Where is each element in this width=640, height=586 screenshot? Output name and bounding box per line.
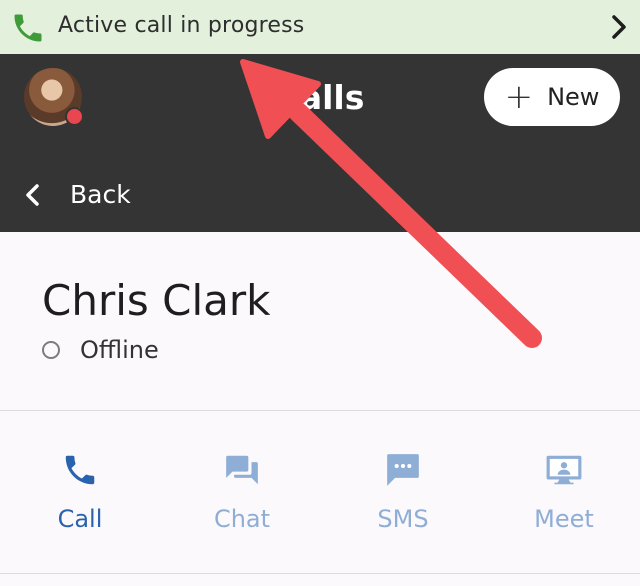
active-call-banner[interactable]: Active call in progress	[0, 0, 640, 54]
new-button-label: New	[547, 83, 600, 111]
meet-screen-icon	[546, 455, 582, 485]
contact-details: Chris Clark Offline	[0, 232, 640, 410]
back-button[interactable]: Back	[24, 180, 131, 209]
chevron-left-icon	[26, 183, 39, 206]
chat-action-label: Chat	[213, 505, 271, 533]
calls-header: Calls + New Back	[0, 54, 640, 232]
call-action-label: Call	[57, 505, 103, 533]
chevron-right-icon[interactable]	[610, 14, 628, 40]
plus-icon: +	[504, 77, 534, 117]
chat-bubbles-icon	[226, 455, 258, 485]
sms-action-label: SMS	[377, 505, 429, 533]
active-call-text: Active call in progress	[58, 13, 305, 38]
call-action-button[interactable]: Call	[25, 451, 135, 547]
contact-name: Chris Clark	[42, 276, 271, 325]
meet-action-button[interactable]: Meet	[509, 451, 619, 547]
chat-action-button[interactable]: Chat	[187, 451, 297, 547]
offline-status-icon	[42, 341, 60, 359]
new-button[interactable]: + New	[484, 68, 620, 126]
sms-icon	[387, 454, 419, 486]
status-label: Offline	[80, 336, 159, 364]
sms-action-button[interactable]: SMS	[348, 451, 458, 547]
phone-icon	[14, 14, 42, 42]
meet-action-label: Meet	[534, 505, 594, 533]
divider	[0, 573, 640, 574]
app-screen: Active call in progress Calls + New Back…	[0, 0, 640, 586]
phone-icon	[65, 455, 95, 485]
back-label: Back	[70, 180, 131, 209]
contact-status: Offline	[42, 336, 159, 364]
contact-actions: Call Chat SMS Meet	[0, 411, 640, 573]
